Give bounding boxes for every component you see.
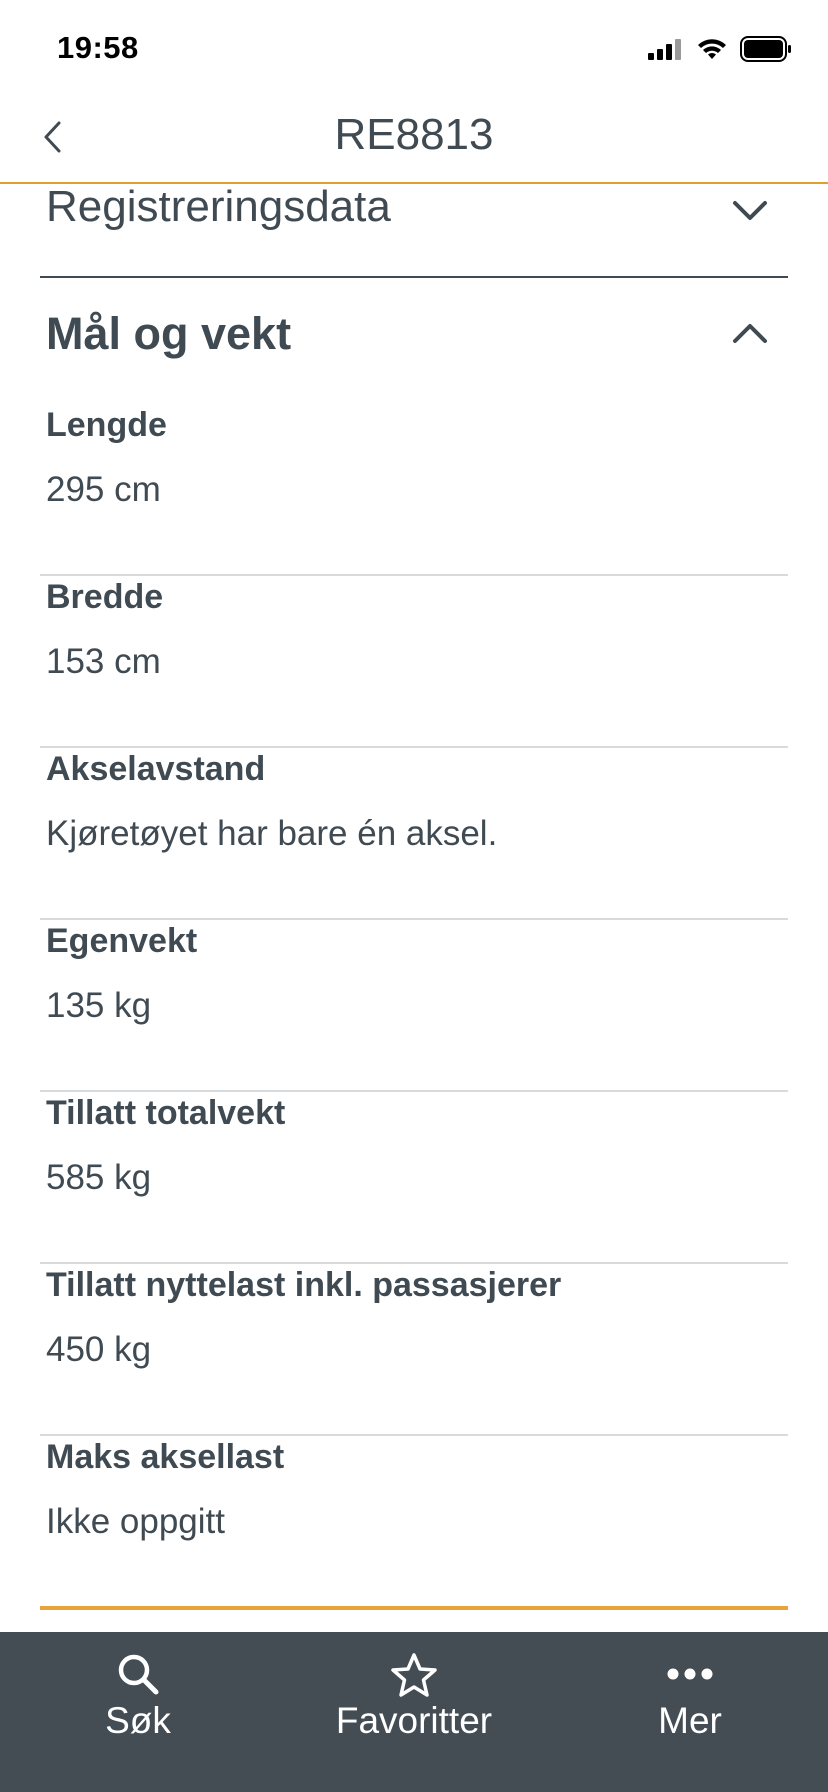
chevron-up-icon [732,322,768,349]
tab-bar: Søk Favoritter Mer [0,1632,828,1792]
detail-label: Maks aksellast [46,1438,285,1476]
more-icon [665,1652,715,1701]
scroll-content[interactable]: Registreringsdata Mål og vekt Lengde 295… [0,186,828,1632]
tab-label: Favoritter [335,1700,493,1741]
detail-label: Egenvekt [46,922,198,960]
battery-icon [740,36,792,67]
tab-sok[interactable]: Søk [0,1632,276,1792]
detail-value: 450 kg [46,1330,152,1369]
detail-value: Kjøretøyet har bare én aksel. [46,814,498,853]
tab-label: Mer [658,1700,722,1741]
section-title: Mål og vekt [46,308,292,359]
detail-label: Tillatt nyttelast inkl. passasjerer [46,1266,562,1304]
chevron-down-icon [732,200,768,227]
detail-item-egenvekt: Egenvekt 135 kg [40,920,788,1092]
detail-value: Ikke oppgitt [46,1502,225,1541]
page-title: RE8813 [334,110,494,159]
cellular-signal-icon [648,38,684,65]
detail-value: 135 kg [46,986,152,1025]
detail-label: Tillatt totalvekt [46,1094,286,1132]
detail-value: 585 kg [46,1158,152,1197]
detail-value: 153 cm [46,642,161,681]
section-registreringsdata[interactable]: Registreringsdata [40,186,788,278]
section-mal-og-vekt[interactable]: Mål og vekt [40,308,788,378]
detail-item-akselavstand: Akselavstand Kjøretøyet har bare én akse… [40,748,788,920]
detail-item-maks-aksellast: Maks aksellast Ikke oppgitt [40,1436,788,1610]
detail-item-lengde: Lengde 295 cm [40,404,788,576]
tab-mer[interactable]: Mer [552,1632,828,1792]
detail-label: Akselavstand [46,750,266,788]
detail-label: Lengde [46,406,167,444]
detail-item-bredde: Bredde 153 cm [40,576,788,748]
detail-label: Bredde [46,578,164,616]
tab-favoritter[interactable]: Favoritter [276,1632,552,1792]
wifi-icon [696,37,728,66]
detail-item-tillatt-nyttelast: Tillatt nyttelast inkl. passasjerer 450 … [40,1264,788,1436]
status-bar: 19:58 [0,0,828,96]
tab-label: Søk [105,1700,171,1741]
navigation-bar: RE8813 [0,96,828,184]
status-time: 19:58 [57,30,139,65]
status-icons [648,36,792,67]
search-icon [115,1652,161,1701]
details-list: Lengde 295 cm Bredde 153 cm Akselavstand… [40,404,788,1610]
detail-item-tillatt-totalvekt: Tillatt totalvekt 585 kg [40,1092,788,1264]
star-icon [389,1652,439,1703]
detail-value: 295 cm [46,470,161,509]
section-title: Registreringsdata [46,186,391,231]
